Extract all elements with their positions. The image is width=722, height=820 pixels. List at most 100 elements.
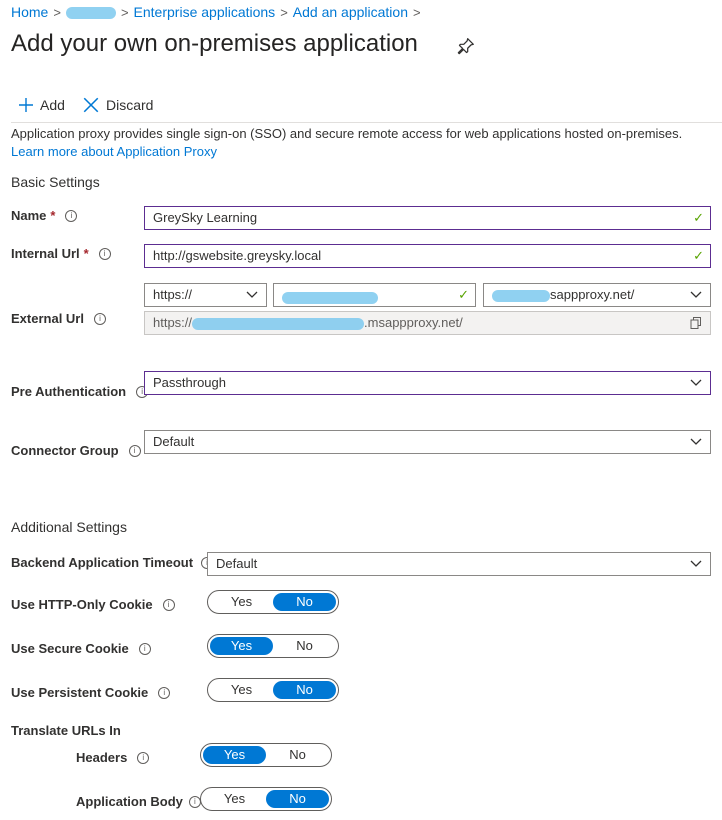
name-label: Name * i — [11, 208, 78, 223]
internal-url-label-text: Internal Url — [11, 246, 80, 261]
pre-auth-label: Pre Authentication i — [11, 384, 149, 399]
breadcrumb-separator: > — [280, 5, 288, 20]
redacted-tenant — [65, 7, 116, 20]
required-mark: * — [83, 246, 89, 261]
breadcrumb: Home > > Enterprise applications > Add an app… — [11, 4, 426, 20]
copy-icon[interactable] — [690, 317, 702, 329]
required-mark: * — [50, 208, 56, 223]
application-body-label-text: Application Body — [76, 794, 183, 809]
http-only-cookie-toggle[interactable]: Yes No — [207, 590, 339, 614]
name-value: GreySky Learning — [153, 210, 258, 225]
breadcrumb-enterprise-applications[interactable]: Enterprise applications — [134, 4, 276, 20]
backend-timeout-label-text: Backend Application Timeout — [11, 555, 194, 570]
internal-url-field[interactable]: http://gswebsite.greysky.local ✓ — [144, 244, 711, 268]
chevron-down-icon — [690, 379, 702, 386]
info-icon[interactable]: i — [65, 209, 78, 222]
info-icon[interactable]: i — [162, 598, 175, 611]
chevron-down-icon — [246, 291, 258, 298]
pre-auth-value: Passthrough — [153, 375, 226, 390]
pin-icon[interactable] — [457, 37, 475, 55]
learn-more-link[interactable]: Learn more about Application Proxy — [11, 144, 217, 159]
persistent-cookie-label: Use Persistent Cookie i — [11, 685, 171, 700]
headers-label: Headers i — [76, 750, 150, 765]
checkmark-icon: ✓ — [458, 287, 469, 302]
pre-auth-dropdown[interactable]: Passthrough — [144, 371, 711, 395]
http-only-cookie-label-text: Use HTTP-Only Cookie — [11, 597, 153, 612]
plus-icon — [19, 98, 33, 112]
x-icon — [83, 97, 99, 113]
redacted-domain — [492, 289, 550, 302]
toggle-option-no[interactable]: No — [273, 681, 336, 699]
chevron-down-icon — [690, 291, 702, 298]
redacted-subdomain — [282, 292, 378, 305]
toggle-option-no[interactable]: No — [266, 746, 329, 764]
external-domain-dropdown[interactable]: sappproxy.net/ — [483, 283, 711, 307]
discard-button-label: Discard — [106, 97, 154, 113]
checkmark-icon: ✓ — [693, 210, 704, 225]
external-full-suffix: .msappproxy.net/ — [364, 315, 463, 330]
persistent-cookie-toggle[interactable]: Yes No — [207, 678, 339, 702]
translate-urls-heading-text: Translate URLs In — [11, 723, 121, 738]
headers-toggle[interactable]: Yes No — [200, 743, 332, 767]
page-title: Add your own on-premises application — [11, 30, 418, 57]
info-icon[interactable]: i — [138, 642, 151, 655]
name-field[interactable]: GreySky Learning ✓ — [144, 206, 711, 230]
external-url-label-text: External Url — [11, 311, 84, 326]
internal-url-label: Internal Url * i — [11, 246, 111, 261]
toggle-option-yes[interactable]: Yes — [210, 637, 273, 655]
pre-auth-label-text: Pre Authentication — [11, 384, 127, 399]
external-full-prefix: https:// — [153, 315, 193, 330]
description: Application proxy provides single sign-o… — [11, 125, 716, 161]
chevron-down-icon — [690, 560, 702, 567]
internal-url-value: http://gswebsite.greysky.local — [153, 248, 322, 263]
http-only-cookie-label: Use HTTP-Only Cookie i — [11, 597, 175, 612]
info-icon[interactable]: i — [158, 686, 171, 699]
add-button[interactable]: Add — [18, 94, 65, 116]
translate-urls-heading: Translate URLs In — [11, 723, 121, 738]
secure-cookie-toggle[interactable]: Yes No — [207, 634, 339, 658]
breadcrumb-separator: > — [120, 5, 129, 20]
external-scheme-value: https:// — [153, 287, 193, 302]
info-icon[interactable]: i — [93, 312, 106, 325]
add-button-label: Add — [40, 97, 65, 113]
basic-settings-heading: Basic Settings — [11, 174, 100, 190]
persistent-cookie-label-text: Use Persistent Cookie — [11, 685, 149, 700]
toggle-option-no[interactable]: No — [266, 790, 329, 808]
application-body-toggle[interactable]: Yes No — [200, 787, 332, 811]
toggle-option-yes[interactable]: Yes — [203, 790, 266, 808]
external-scheme-dropdown[interactable]: https:// — [144, 283, 267, 307]
chevron-down-icon — [690, 438, 702, 445]
external-domain-value: sappproxy.net/ — [550, 287, 635, 302]
redacted-external-host — [192, 317, 365, 330]
discard-button[interactable]: Discard — [82, 94, 153, 116]
connector-group-label: Connector Group i — [11, 443, 141, 458]
secure-cookie-label-text: Use Secure Cookie — [11, 641, 129, 656]
breadcrumb-add-application[interactable]: Add an application — [293, 4, 408, 20]
backend-timeout-label: Backend Application Timeouti — [11, 555, 214, 570]
toggle-option-yes[interactable]: Yes — [210, 681, 273, 699]
toolbar-divider — [11, 122, 722, 123]
connector-group-label-text: Connector Group — [11, 443, 119, 458]
toggle-option-yes[interactable]: Yes — [210, 593, 273, 611]
info-icon[interactable]: i — [128, 444, 141, 457]
toggle-option-no[interactable]: No — [273, 637, 336, 655]
headers-label-text: Headers — [76, 750, 128, 765]
external-url-full: https:// .msappproxy.net/ — [144, 311, 711, 335]
breadcrumb-separator: > — [412, 5, 421, 20]
secure-cookie-label: Use Secure Cookie i — [11, 641, 151, 656]
description-text: Application proxy provides single sign-o… — [11, 126, 683, 141]
toggle-option-no[interactable]: No — [273, 593, 336, 611]
backend-timeout-dropdown[interactable]: Default — [207, 552, 711, 576]
connector-group-dropdown[interactable]: Default — [144, 430, 711, 454]
info-icon[interactable]: i — [98, 247, 111, 260]
external-url-label: External Url i — [11, 311, 106, 326]
external-subdomain-field[interactable]: ✓ — [273, 283, 476, 307]
info-icon[interactable]: i — [137, 751, 150, 764]
breadcrumb-home[interactable]: Home — [11, 4, 48, 20]
toggle-option-yes[interactable]: Yes — [203, 746, 266, 764]
name-label-text: Name — [11, 208, 47, 223]
breadcrumb-separator: > — [53, 5, 61, 20]
additional-settings-heading: Additional Settings — [11, 519, 127, 535]
backend-timeout-value: Default — [216, 556, 258, 571]
application-body-label: Application Body i — [76, 794, 201, 809]
